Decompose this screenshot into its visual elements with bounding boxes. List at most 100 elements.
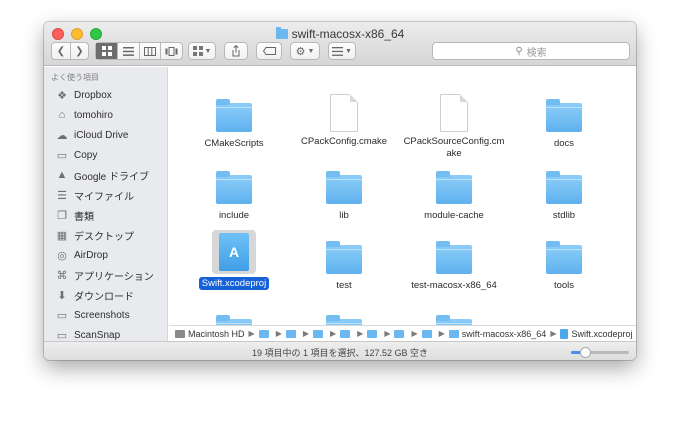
file-item-label: test-macosx-x86_64 [411,280,497,291]
file-item-label-wrap: test-macosx-x86_64 [399,280,509,292]
file-item-label-wrap: test [289,280,399,292]
folder-icon [546,99,582,132]
file-item[interactable] [399,311,509,325]
file-item[interactable]: test-macosx-x86_64 [399,237,509,292]
icon-view-button[interactable] [96,43,118,59]
sidebar-item[interactable]: ❐ 書類 [55,205,94,225]
path-separator-icon: ▶ [275,329,282,338]
sidebar-item-label: デスクトップ [74,231,134,243]
file-item-label-wrap: lib [289,210,399,222]
path-crumb[interactable] [313,329,326,338]
path-crumb-current-folder[interactable]: swift-macosx-x86_64 [448,329,546,339]
sidebar-favorites-header: よく使う項目 [51,73,99,82]
documents-icon: ❐ [57,209,67,222]
file-item[interactable]: A Swift.xcodeproj [179,230,289,290]
sidebar-item[interactable]: ▭ Copy [55,145,98,165]
sort-lines-icon [332,46,344,56]
sidebar-item[interactable]: ⬇ ダウンロード [55,285,134,305]
path-crumb[interactable] [394,329,407,338]
path-crumb[interactable] [340,329,353,338]
cover-flow-button[interactable] [160,43,182,59]
path-crumb-selected-item[interactable]: Swift.xcodeproj [560,328,633,339]
file-item-label: lib [339,210,349,221]
path-crumb[interactable] [421,329,435,338]
sidebar-item[interactable]: ⌂ tomohiro [55,105,113,125]
sidebar: よく使う項目 ❖ Dropbox ⌂ tomohiro ☁ iCloud Drive ▭ Co… [44,67,168,341]
file-item-label-wrap: CPackConfig.cmake [289,136,399,148]
sidebar-item-label: Copy [74,149,98,161]
applications-icon: ⌘ [56,269,68,282]
file-item[interactable]: test [289,237,399,292]
path-bar: Macintosh HD ▶ ▶ ▶ ▶ ▶ ▶ ▶ ▶ swift-macos… [169,325,636,341]
file-item-label: Swift.xcodeproj [198,277,270,290]
back-button[interactable]: ❮ [52,43,70,59]
file-item-label-wrap: module-cache [399,210,509,222]
search-placeholder: 検索 [526,47,547,59]
folder-icon: ▭ [56,149,68,162]
file-item[interactable]: CMakeScripts [179,95,289,150]
sidebar-item[interactable]: ▦ デスクトップ [55,225,134,245]
downloads-icon: ⬇ [57,289,67,302]
file-item[interactable] [289,311,399,325]
chevron-down-icon: ▼ [307,47,315,55]
folder-icon [546,171,582,204]
window-title-wrap: swift-macosx-x86_64 [44,26,636,42]
path-crumb-root[interactable]: Macintosh HD [175,329,245,339]
xcodeproj-icon [560,328,569,339]
cloud-icon: ☁ [56,129,68,142]
dropbox-icon: ❖ [57,89,67,102]
share-button[interactable] [224,42,248,60]
folder-icon [340,329,351,338]
column-view-button[interactable] [138,43,161,59]
file-item[interactable]: include [179,167,289,222]
slider-knob[interactable] [579,347,591,358]
tag-button[interactable] [256,42,282,60]
file-item[interactable]: tools [509,237,619,292]
file-item[interactable]: module-cache [399,167,509,222]
sidebar-item[interactable]: ⌘ アプリケーション [55,265,154,285]
sidebar-item-label: ダウンロード [74,291,134,303]
sidebar-item-label: アプリケーション [74,271,154,283]
sidebar-item[interactable]: ☰ マイファイル [55,185,134,205]
icon-size-slider[interactable] [571,347,629,358]
path-separator-icon: ▶ [357,329,364,338]
action-menu-button[interactable]: ⚙ ▼ [290,42,320,60]
file-item[interactable]: CPackSourceConfig.cmake [399,94,509,160]
arrange-grid-icon [192,46,203,56]
sidebar-item[interactable]: ▲ Google ドライブ [55,165,149,185]
columns-icon [144,46,157,56]
file-item[interactable]: stdlib [509,167,619,222]
chevron-left-icon: ❮ [56,45,66,57]
sidebar-item[interactable]: ❖ Dropbox [55,85,112,105]
folder-icon: ▭ [56,329,68,342]
search-field[interactable]: ⚲ 検索 [432,42,630,60]
status-text: 19 項目中の 1 項目を選択、127.52 GB 空き [251,348,429,358]
file-item[interactable]: CPackConfig.cmake [289,94,399,148]
list-view-button[interactable] [117,43,139,59]
sidebar-item-label: AirDrop [74,249,108,261]
path-separator-icon: ▶ [411,329,418,338]
file-item-label: module-cache [424,210,484,221]
sidebar-item[interactable]: ▭ ScanSnap [55,325,121,342]
forward-button[interactable]: ❯ [69,43,88,59]
file-item-label: include [218,210,250,221]
sidebar-item-label: Screenshots [74,309,130,321]
file-item[interactable]: lib [289,167,399,222]
sidebar-item[interactable]: ▭ Screenshots [55,305,130,325]
folder-icon [421,329,432,338]
folder-icon [394,329,405,338]
xcode-blueprint-icon: A [219,233,249,271]
grid-icon [101,46,112,56]
file-item[interactable]: docs [509,95,619,150]
sidebar-item-label: ScanSnap [74,329,121,341]
file-item[interactable] [179,311,289,325]
path-crumb[interactable] [367,329,380,338]
path-crumb[interactable] [258,329,272,338]
sidebar-item-label: iCloud Drive [74,129,129,141]
sort-menu-button[interactable]: ▼ [328,42,356,60]
sidebar-item[interactable]: ◎ AirDrop [55,245,108,265]
arrange-button[interactable]: ▼ [188,42,216,60]
path-crumb[interactable] [285,329,299,338]
sidebar-item[interactable]: ☁ iCloud Drive [55,125,129,145]
path-separator-icon: ▶ [384,329,391,338]
